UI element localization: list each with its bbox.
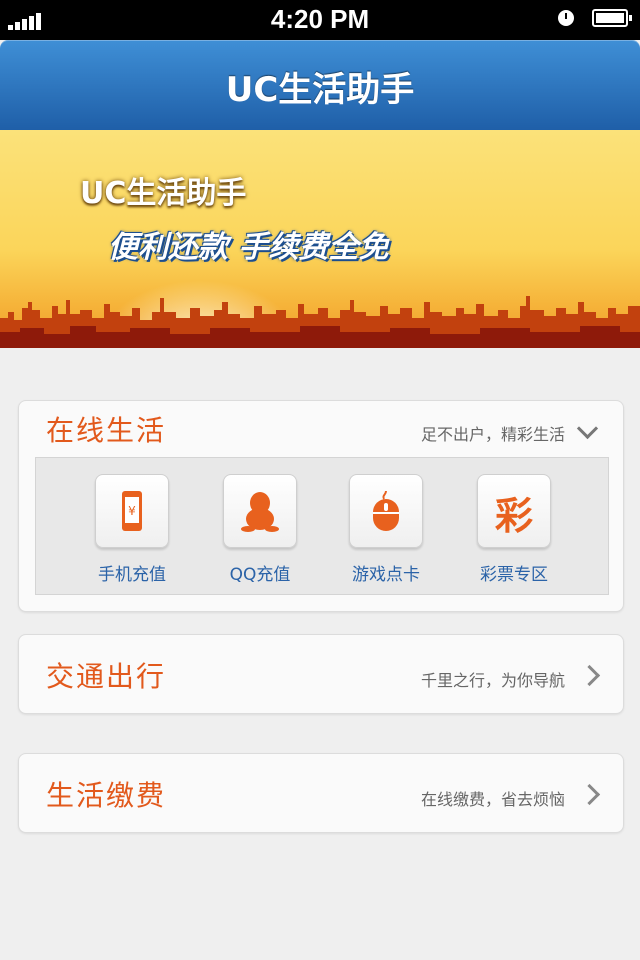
- screen: 4:20 PM UC生活助手 UC生活助手 便利还款 手续费全免 在线生活 足不…: [0, 0, 640, 960]
- lottery-icon: 彩: [477, 474, 551, 548]
- service-phone-recharge[interactable]: ¥ 手机充值: [72, 474, 192, 585]
- service-label: 游戏点卡: [352, 565, 420, 585]
- app-header: UC生活助手: [0, 40, 640, 130]
- svg-text:¥: ¥: [128, 504, 136, 518]
- service-label: QQ充值: [229, 565, 291, 585]
- traffic-card[interactable]: 交通出行 千里之行，为你导航: [18, 634, 624, 714]
- chevron-down-icon[interactable]: [576, 417, 599, 440]
- service-label: 彩票专区: [480, 565, 548, 585]
- chevron-right-icon: [578, 664, 601, 687]
- status-bar: 4:20 PM: [0, 0, 640, 40]
- lottery-glyph: 彩: [494, 494, 533, 538]
- city-skyline-image: [0, 296, 640, 348]
- traffic-subtitle: 千里之行，为你导航: [420, 671, 565, 690]
- banner-slogan: 便利还款 手续费全免: [108, 230, 389, 265]
- service-label: 手机充值: [98, 565, 166, 585]
- promo-banner[interactable]: UC生活助手 便利还款 手续费全免: [0, 130, 640, 348]
- online-life-title: 在线生活: [46, 414, 167, 447]
- mouse-icon: [349, 474, 423, 548]
- clock-icon: [558, 10, 574, 26]
- service-qq-recharge[interactable]: QQ充值: [200, 474, 320, 585]
- service-game-card[interactable]: 游戏点卡: [326, 474, 446, 585]
- service-grid: ¥ 手机充值 QQ充值 游戏点卡 彩 彩票专区: [35, 457, 609, 595]
- status-time: 4:20 PM: [270, 4, 370, 34]
- traffic-title: 交通出行: [46, 660, 167, 693]
- battery-icon: [592, 9, 632, 27]
- service-lottery[interactable]: 彩 彩票专区: [454, 474, 574, 585]
- bills-title: 生活缴费: [46, 779, 167, 812]
- banner-title: UC生活助手: [80, 176, 247, 211]
- online-life-subtitle: 足不出户，精彩生活: [420, 425, 565, 444]
- qq-penguin-icon: [223, 474, 297, 548]
- page-title: UC生活助手: [225, 70, 415, 110]
- online-life-card: 在线生活 足不出户，精彩生活 ¥ 手机充值 QQ充值 游戏点卡 彩 彩票专区: [18, 400, 624, 612]
- phone-recharge-icon: ¥: [95, 474, 169, 548]
- bills-card[interactable]: 生活缴费 在线缴费，省去烦恼: [18, 753, 624, 833]
- bills-subtitle: 在线缴费，省去烦恼: [420, 790, 565, 809]
- chevron-right-icon: [578, 783, 601, 806]
